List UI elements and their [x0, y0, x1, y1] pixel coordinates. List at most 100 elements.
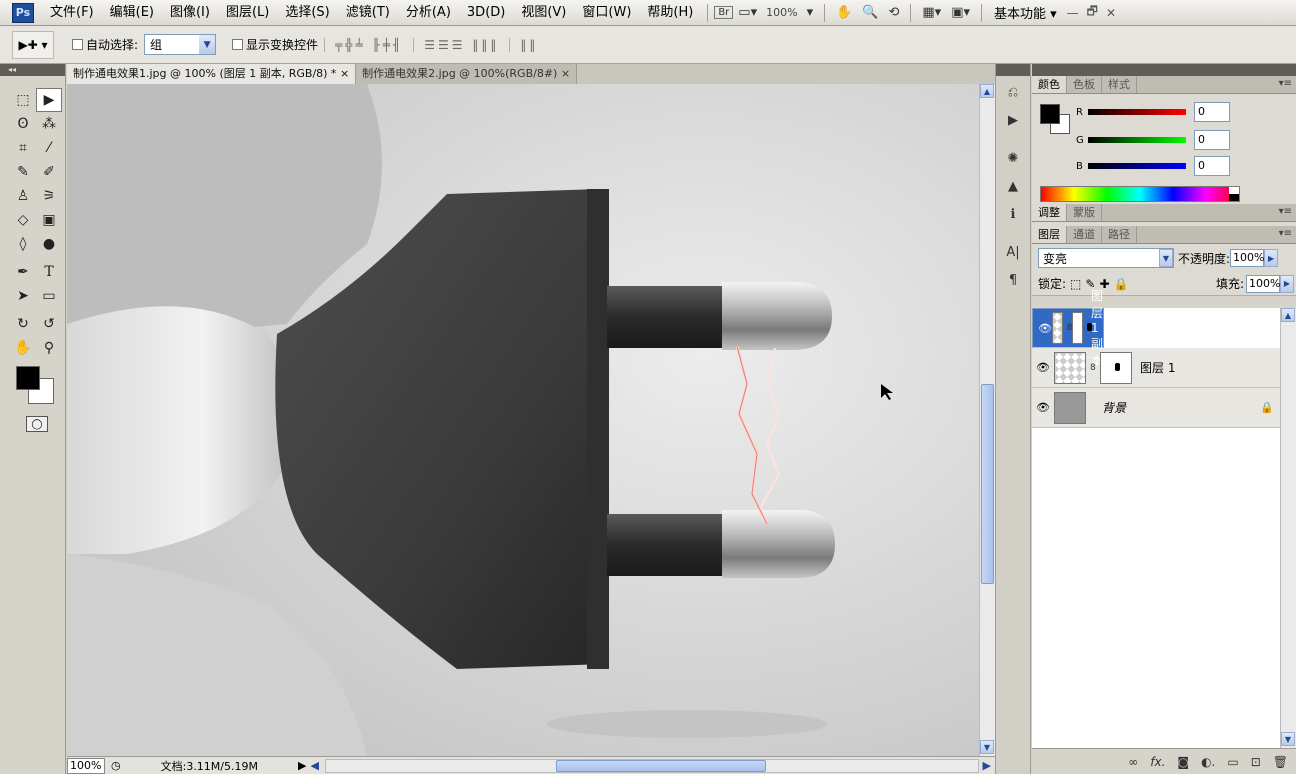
blue-slider[interactable] — [1088, 163, 1186, 169]
status-options-icon[interactable]: ◷ — [111, 759, 121, 772]
menu-edit[interactable]: 编辑(E) — [102, 0, 162, 26]
auto-align-icon[interactable]: ‖‖ — [509, 37, 548, 52]
type-tool-icon[interactable]: T — [36, 260, 62, 284]
canvas-vertical-scrollbar[interactable]: ▲ ▼ — [979, 84, 995, 756]
3d-rotate-tool-icon[interactable]: ↻ — [10, 312, 36, 336]
zoom-tool-icon[interactable]: ⚲ — [36, 336, 62, 360]
close-icon[interactable]: × — [340, 67, 349, 80]
tab-masks[interactable]: 蒙版 — [1067, 204, 1102, 221]
opacity-input[interactable]: 100% — [1230, 249, 1265, 267]
auto-select-checkbox[interactable]: 自动选择: — [72, 36, 138, 53]
dodge-tool-icon[interactable]: ● — [36, 232, 62, 256]
menu-image[interactable]: 图像(I) — [162, 0, 218, 26]
shape-tool-icon[interactable]: ▭ — [36, 284, 62, 308]
close-icon[interactable]: × — [561, 67, 570, 80]
opacity-slider-arrow-icon[interactable]: ▶ — [1264, 249, 1279, 267]
status-menu-arrow-icon[interactable]: ▶ — [298, 759, 306, 772]
mask-link-icon[interactable]: 8 — [1090, 363, 1100, 373]
panel-menu-icon[interactable]: ▾≡ — [1279, 206, 1292, 217]
crop-tool-icon[interactable]: ⌗ — [10, 136, 36, 160]
layer-name[interactable]: 图层 1 — [1140, 359, 1280, 376]
new-layer-icon[interactable]: ⊡ — [1251, 755, 1261, 769]
tab-channels[interactable]: 通道 — [1067, 226, 1102, 243]
panel-menu-icon[interactable]: ▾≡ — [1279, 228, 1292, 239]
blue-value-input[interactable]: 0 — [1194, 156, 1230, 176]
black-white-swatch[interactable] — [1229, 187, 1239, 201]
3d-panel-icon[interactable]: ✺ — [1000, 146, 1026, 170]
layer-row[interactable]: 👁 8 图层 1 副本 — [1032, 289, 1104, 368]
visibility-eye-icon[interactable]: 👁 — [1032, 361, 1054, 374]
blur-tool-icon[interactable]: ◊ — [10, 232, 36, 256]
show-transform-checkbox[interactable]: 显示变换控件 — [232, 36, 318, 53]
scrollbar-thumb[interactable] — [981, 384, 994, 584]
scroll-left-icon[interactable]: ◀ — [310, 759, 318, 772]
restore-icon[interactable]: 🗗 — [1083, 2, 1102, 23]
layer-row[interactable]: 👁 8 图层 1 — [1032, 348, 1280, 388]
menu-help[interactable]: 帮助(H) — [639, 0, 701, 26]
paragraph-panel-icon[interactable]: ¶ — [1000, 268, 1026, 292]
tab-document-2[interactable]: 制作通电效果2.jpg @ 100%(RGB/8#) × — [356, 64, 578, 84]
info-panel-icon[interactable]: ℹ — [1000, 202, 1026, 226]
menu-window[interactable]: 窗口(W) — [574, 0, 639, 26]
layers-scrollbar[interactable]: ▲ ▼ — [1280, 308, 1296, 748]
minimize-icon[interactable]: — — [1063, 6, 1083, 20]
fill-input[interactable]: 100% — [1246, 274, 1280, 293]
eyedropper-tool-icon[interactable]: ⁄ — [36, 136, 62, 160]
color-swatches[interactable] — [16, 366, 62, 406]
lock-transparent-icon[interactable]: ⬚ — [1070, 277, 1081, 291]
link-icon[interactable]: ∞ — [1128, 755, 1138, 769]
panel-collapse-handle[interactable] — [1032, 64, 1296, 76]
zoom-tool-icon[interactable]: 🔍 — [857, 5, 883, 20]
distribute-icons[interactable]: ☰☰☰ ‖‖‖ — [413, 37, 509, 52]
fx-icon[interactable]: fx. — [1150, 755, 1165, 769]
visibility-eye-icon[interactable]: 👁 — [1032, 401, 1054, 414]
healing-brush-tool-icon[interactable]: ✎ — [10, 160, 36, 184]
adjustment-icon[interactable]: ◐. — [1201, 755, 1215, 769]
menu-filter[interactable]: 滤镜(T) — [338, 0, 398, 26]
history-brush-tool-icon[interactable]: ⚞ — [36, 184, 62, 208]
dock-collapse-handle[interactable] — [996, 64, 1030, 76]
gradient-tool-icon[interactable]: ▣ — [36, 208, 62, 232]
menu-3d[interactable]: 3D(D) — [459, 0, 513, 26]
lasso-tool-icon[interactable]: ʘ — [10, 112, 36, 136]
tab-document-1[interactable]: 制作通电效果1.jpg @ 100% (图层 1 副本, RGB/8) * × — [67, 64, 357, 84]
group-icon[interactable]: ▭ — [1227, 755, 1238, 769]
brush-tool-icon[interactable]: ✐ — [36, 160, 62, 184]
character-panel-icon[interactable]: A| — [1000, 240, 1026, 264]
path-selection-tool-icon[interactable]: ➤ — [10, 284, 36, 308]
lock-all-icon[interactable]: 🔒 — [1114, 277, 1129, 291]
screen-mode-icon[interactable]: ▭▾ — [733, 5, 762, 20]
red-slider[interactable] — [1088, 109, 1186, 115]
red-value-input[interactable]: 0 — [1194, 102, 1230, 122]
layer-mask-thumbnail[interactable] — [1072, 312, 1092, 344]
color-spectrum-bar[interactable] — [1040, 186, 1240, 202]
magic-wand-tool-icon[interactable]: ⁂ — [36, 112, 62, 136]
panel-collapse-handle[interactable]: ◂◂ — [0, 64, 65, 76]
history-panel-icon[interactable]: ⎌ — [1000, 80, 1026, 104]
layer-name[interactable]: 背景 — [1102, 399, 1260, 416]
arrange-documents-icon[interactable]: ▦▾ — [917, 5, 946, 20]
layer-row[interactable]: 👁 背景 🔒 — [1032, 388, 1280, 428]
foreground-color-swatch[interactable] — [1040, 104, 1060, 124]
blend-mode-dropdown[interactable]: 变亮 ▼ — [1038, 248, 1174, 268]
trash-icon[interactable]: 🗑 — [1273, 755, 1288, 769]
green-value-input[interactable]: 0 — [1194, 130, 1230, 150]
menu-analysis[interactable]: 分析(A) — [398, 0, 459, 26]
auto-select-dropdown[interactable]: 组 ▼ — [144, 34, 217, 55]
navigator-panel-icon[interactable]: ▲ — [1000, 174, 1026, 198]
quick-mask-icon[interactable]: ◯ — [26, 416, 48, 432]
tab-layers[interactable]: 图层 — [1032, 226, 1067, 243]
zoom-dropdown-arrow-icon[interactable]: ▾ — [802, 5, 819, 20]
close-icon[interactable]: ✕ — [1102, 6, 1120, 20]
visibility-eye-icon[interactable]: 👁 — [1038, 322, 1052, 335]
scrollbar-thumb[interactable] — [555, 759, 766, 772]
tab-styles[interactable]: 样式 — [1102, 76, 1137, 93]
clone-stamp-tool-icon[interactable]: ♙ — [10, 184, 36, 208]
zoom-level-dropdown[interactable]: 100% — [762, 6, 801, 19]
rotate-view-icon[interactable]: ⟲ — [883, 5, 904, 20]
tab-adjustments[interactable]: 调整 — [1032, 204, 1067, 221]
layer-mask-thumbnail[interactable] — [1100, 351, 1132, 384]
green-slider[interactable] — [1088, 137, 1186, 143]
menu-select[interactable]: 选择(S) — [277, 0, 337, 26]
hand-tool-icon[interactable]: ✋ — [10, 336, 36, 360]
